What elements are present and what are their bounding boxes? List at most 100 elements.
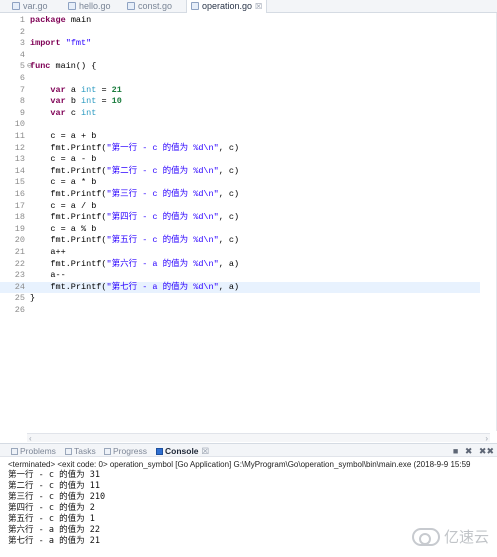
tab-var-go[interactable]: var.go — [12, 0, 48, 13]
code-line: 16 fmt.Printf("第三行 - c 的值为 %d\n", c) — [0, 189, 480, 201]
line-number: 22 — [14, 258, 25, 269]
editor-tab-bar: var.go hello.go const.go operation.go ☒ — [0, 0, 497, 13]
code-token: int — [81, 107, 97, 118]
line-number: 17 — [14, 200, 25, 211]
tab-const-go[interactable]: const.go — [127, 0, 172, 13]
tab-problems[interactable]: Problems — [11, 444, 56, 458]
console-line: 第二行 - c 的值为 11 — [8, 481, 100, 491]
go-file-icon — [191, 2, 199, 10]
line-number: 11 — [14, 131, 25, 141]
code-token: a++ — [30, 247, 66, 257]
tab-progress[interactable]: Progress — [104, 444, 147, 458]
code-token: "第二行 - c 的值为 %d\n" — [106, 165, 219, 176]
code-token: "第六行 - a 的值为 %d\n" — [106, 258, 219, 269]
code-token: b — [65, 96, 82, 107]
code-token: c = a + b — [30, 131, 97, 141]
console-icon — [156, 448, 163, 455]
code-editor[interactable]: 1 package main 2 3 import "fmt" 4 5 ⊖func main(… — [0, 13, 497, 443]
code-token: "fmt" — [65, 38, 92, 49]
code-line: 11 c = a + b — [0, 131, 480, 143]
code-token: int — [81, 96, 97, 107]
code-token: = — [96, 96, 112, 107]
line-number: 2 — [19, 26, 25, 37]
code-token: = — [96, 84, 112, 95]
code-line: 18 fmt.Printf("第四行 - c 的值为 %d\n", c) — [0, 212, 480, 224]
console-line: 第六行 - a 的值为 22 — [8, 525, 100, 535]
code-token: "第一行 - c 的值为 %d\n" — [106, 142, 219, 153]
remove-all-icon[interactable]: ✖✖ — [479, 446, 494, 456]
code-token: , c) — [218, 235, 240, 246]
code-token: var — [50, 107, 66, 118]
code-line: 14 fmt.Printf("第二行 - c 的值为 %d\n", c) — [0, 166, 480, 178]
terminate-icon[interactable]: ■ — [453, 446, 458, 456]
code-token: , c) — [218, 212, 240, 223]
code-line: 19 c = a % b — [0, 224, 480, 236]
console-actions: ■ ✖ ✖✖ — [449, 444, 494, 458]
code-line: 24 fmt.Printf("第七行 - a 的值为 %d\n", a) — [0, 281, 480, 294]
code-token: fmt.Printf( — [30, 212, 107, 223]
code-token: "第七行 - a 的值为 %d\n" — [106, 281, 219, 292]
scroll-left-icon[interactable]: ‹ — [29, 434, 32, 443]
line-number: 25 — [14, 293, 25, 304]
code-token: , a) — [218, 258, 240, 269]
code-line: 5 ⊖func main() { — [0, 61, 480, 73]
tab-tasks[interactable]: Tasks — [65, 444, 96, 458]
code-token: package — [30, 15, 66, 25]
line-number: 10 — [14, 119, 25, 130]
progress-icon — [104, 448, 111, 455]
code-line: 2 — [0, 27, 480, 39]
problems-icon — [11, 448, 18, 455]
code-token: a-- — [30, 270, 66, 281]
go-file-icon — [68, 2, 76, 10]
line-number: 26 — [14, 305, 25, 315]
tab-label: Tasks — [74, 446, 96, 456]
code-token: , a) — [218, 281, 240, 292]
close-icon[interactable]: ☒ — [202, 446, 210, 456]
code-line: 15 c = a * b — [0, 177, 480, 189]
code-token: c = a * b — [30, 177, 97, 188]
console-status: <terminated> <exit code: 0> operation_sy… — [8, 460, 471, 469]
code-line: 23 a-- — [0, 270, 480, 282]
code-token: fmt.Printf( — [30, 258, 107, 269]
code-token: int — [81, 84, 97, 95]
line-number: 18 — [14, 212, 25, 223]
cloud-logo-icon — [411, 527, 440, 546]
console-output[interactable]: 第一行 - c 的值为 31 第二行 - c 的值为 11 第三行 - c 的值… — [8, 470, 105, 547]
line-number: 19 — [14, 223, 25, 234]
code-line: 26 — [0, 305, 480, 317]
line-number: 7 — [19, 84, 25, 95]
code-token: c = a - b — [30, 154, 97, 165]
console-line: 第一行 - c 的值为 31 — [8, 470, 100, 480]
code-token: func — [30, 61, 51, 72]
tab-console[interactable]: Console ☒ — [156, 444, 209, 458]
line-number: 13 — [14, 154, 25, 165]
tab-hello-go[interactable]: hello.go — [68, 0, 111, 13]
line-number: 8 — [19, 96, 25, 107]
line-number: 5 — [19, 61, 25, 72]
tab-label: var.go — [23, 1, 48, 11]
remove-launch-icon[interactable]: ✖ — [465, 446, 473, 456]
code-token: main — [65, 15, 92, 25]
code-token: fmt.Printf( — [30, 165, 107, 176]
scroll-right-icon[interactable]: › — [485, 434, 488, 443]
code-token: fmt.Printf( — [30, 142, 107, 153]
code-token: c — [65, 107, 82, 118]
code-token: fmt.Printf( — [30, 189, 107, 199]
code-line: 22 fmt.Printf("第六行 - a 的值为 %d\n", a) — [0, 259, 480, 271]
line-number: 20 — [14, 235, 25, 246]
code-token: "第四行 - c 的值为 %d\n" — [106, 212, 219, 223]
line-number: 23 — [14, 270, 25, 281]
code-token: main() { — [50, 61, 97, 72]
code-token: , c) — [218, 165, 240, 176]
watermark-logo: 亿速云 — [411, 526, 489, 547]
console-line: 第七行 - a 的值为 21 — [8, 536, 100, 546]
go-file-icon — [127, 2, 135, 10]
horizontal-scrollbar[interactable]: ‹ › — [27, 433, 490, 443]
bottom-panel-tabs: Problems Tasks Progress Console ☒ ■ ✖ ✖✖ — [0, 443, 497, 457]
code-line: 1 package main — [0, 15, 480, 27]
close-icon[interactable]: ☒ — [255, 2, 262, 11]
tab-operation-go[interactable]: operation.go ☒ — [186, 0, 268, 13]
code-token: , c) — [218, 142, 240, 153]
